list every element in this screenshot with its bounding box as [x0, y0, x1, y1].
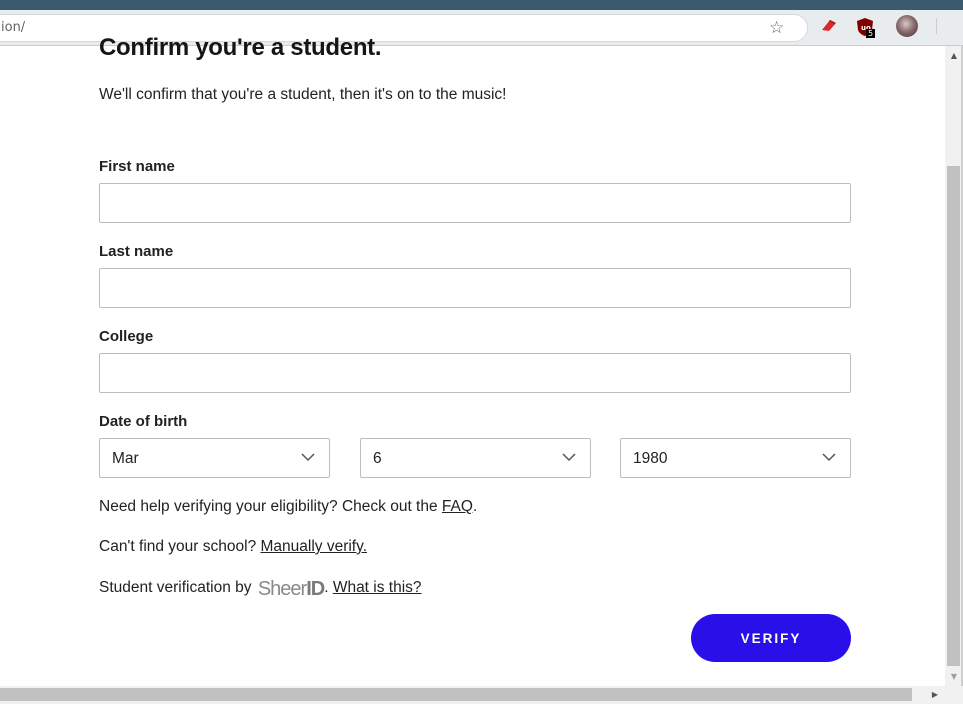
vertical-scroll-thumb[interactable]	[947, 166, 960, 666]
toolbar-divider	[936, 18, 937, 34]
chevron-down-icon	[301, 453, 315, 462]
manually-verify-link[interactable]: Manually verify.	[261, 538, 368, 555]
college-label: College	[99, 328, 154, 345]
verification-provider-text: Student verification by SheerID. What is…	[99, 578, 422, 601]
birth-year-select[interactable]: 1980	[620, 438, 851, 478]
horizontal-scrollbar[interactable]: ▶	[0, 686, 963, 704]
faq-link[interactable]: FAQ	[442, 498, 473, 515]
college-input[interactable]	[99, 353, 851, 393]
faq-prefix: Need help verifying your eligibility? Ch…	[99, 498, 442, 515]
last-name-input[interactable]	[99, 268, 851, 308]
school-prefix: Can't find your school?	[99, 538, 261, 555]
window-title-strip	[0, 0, 963, 10]
page-title: Confirm you're a student.	[99, 34, 382, 61]
profile-avatar[interactable]	[896, 15, 918, 37]
star-icon[interactable]: ☆	[769, 18, 784, 38]
last-name-label: Last name	[99, 243, 174, 260]
extension-badge: 5	[866, 29, 876, 38]
birth-day-select[interactable]: 6	[360, 438, 591, 478]
chevron-down-icon	[822, 453, 836, 462]
school-help-text: Can't find your school? Manually verify.	[99, 538, 367, 556]
birth-month-value: Mar	[112, 450, 139, 467]
verification-prefix: Student verification by	[99, 579, 256, 596]
sheerid-logo-text: Sheer	[257, 578, 307, 600]
date-of-birth-label: Date of birth	[99, 413, 188, 430]
horizontal-scroll-thumb[interactable]	[0, 688, 912, 701]
form-subtitle: We'll confirm that you're a student, the…	[99, 86, 507, 103]
faq-help-text: Need help verifying your eligibility? Ch…	[99, 498, 477, 516]
faq-suffix: .	[472, 498, 478, 515]
sheerid-logo: SheerID	[257, 578, 325, 601]
verify-button[interactable]: VERIFY	[691, 614, 851, 662]
first-name-input[interactable]	[99, 183, 851, 223]
birth-month-select[interactable]: Mar	[99, 438, 330, 478]
birth-day-value: 6	[373, 450, 382, 467]
birth-year-value: 1980	[633, 450, 668, 467]
what-is-this-link[interactable]: What is this?	[333, 579, 422, 596]
first-name-label: First name	[99, 158, 175, 175]
sheerid-logo-id: ID	[306, 578, 325, 600]
address-bar-url: ion/	[1, 20, 26, 35]
chevron-down-icon	[562, 453, 576, 462]
scroll-right-arrow-icon[interactable]: ▶	[928, 689, 942, 701]
red-extension-icon[interactable]	[821, 18, 837, 32]
